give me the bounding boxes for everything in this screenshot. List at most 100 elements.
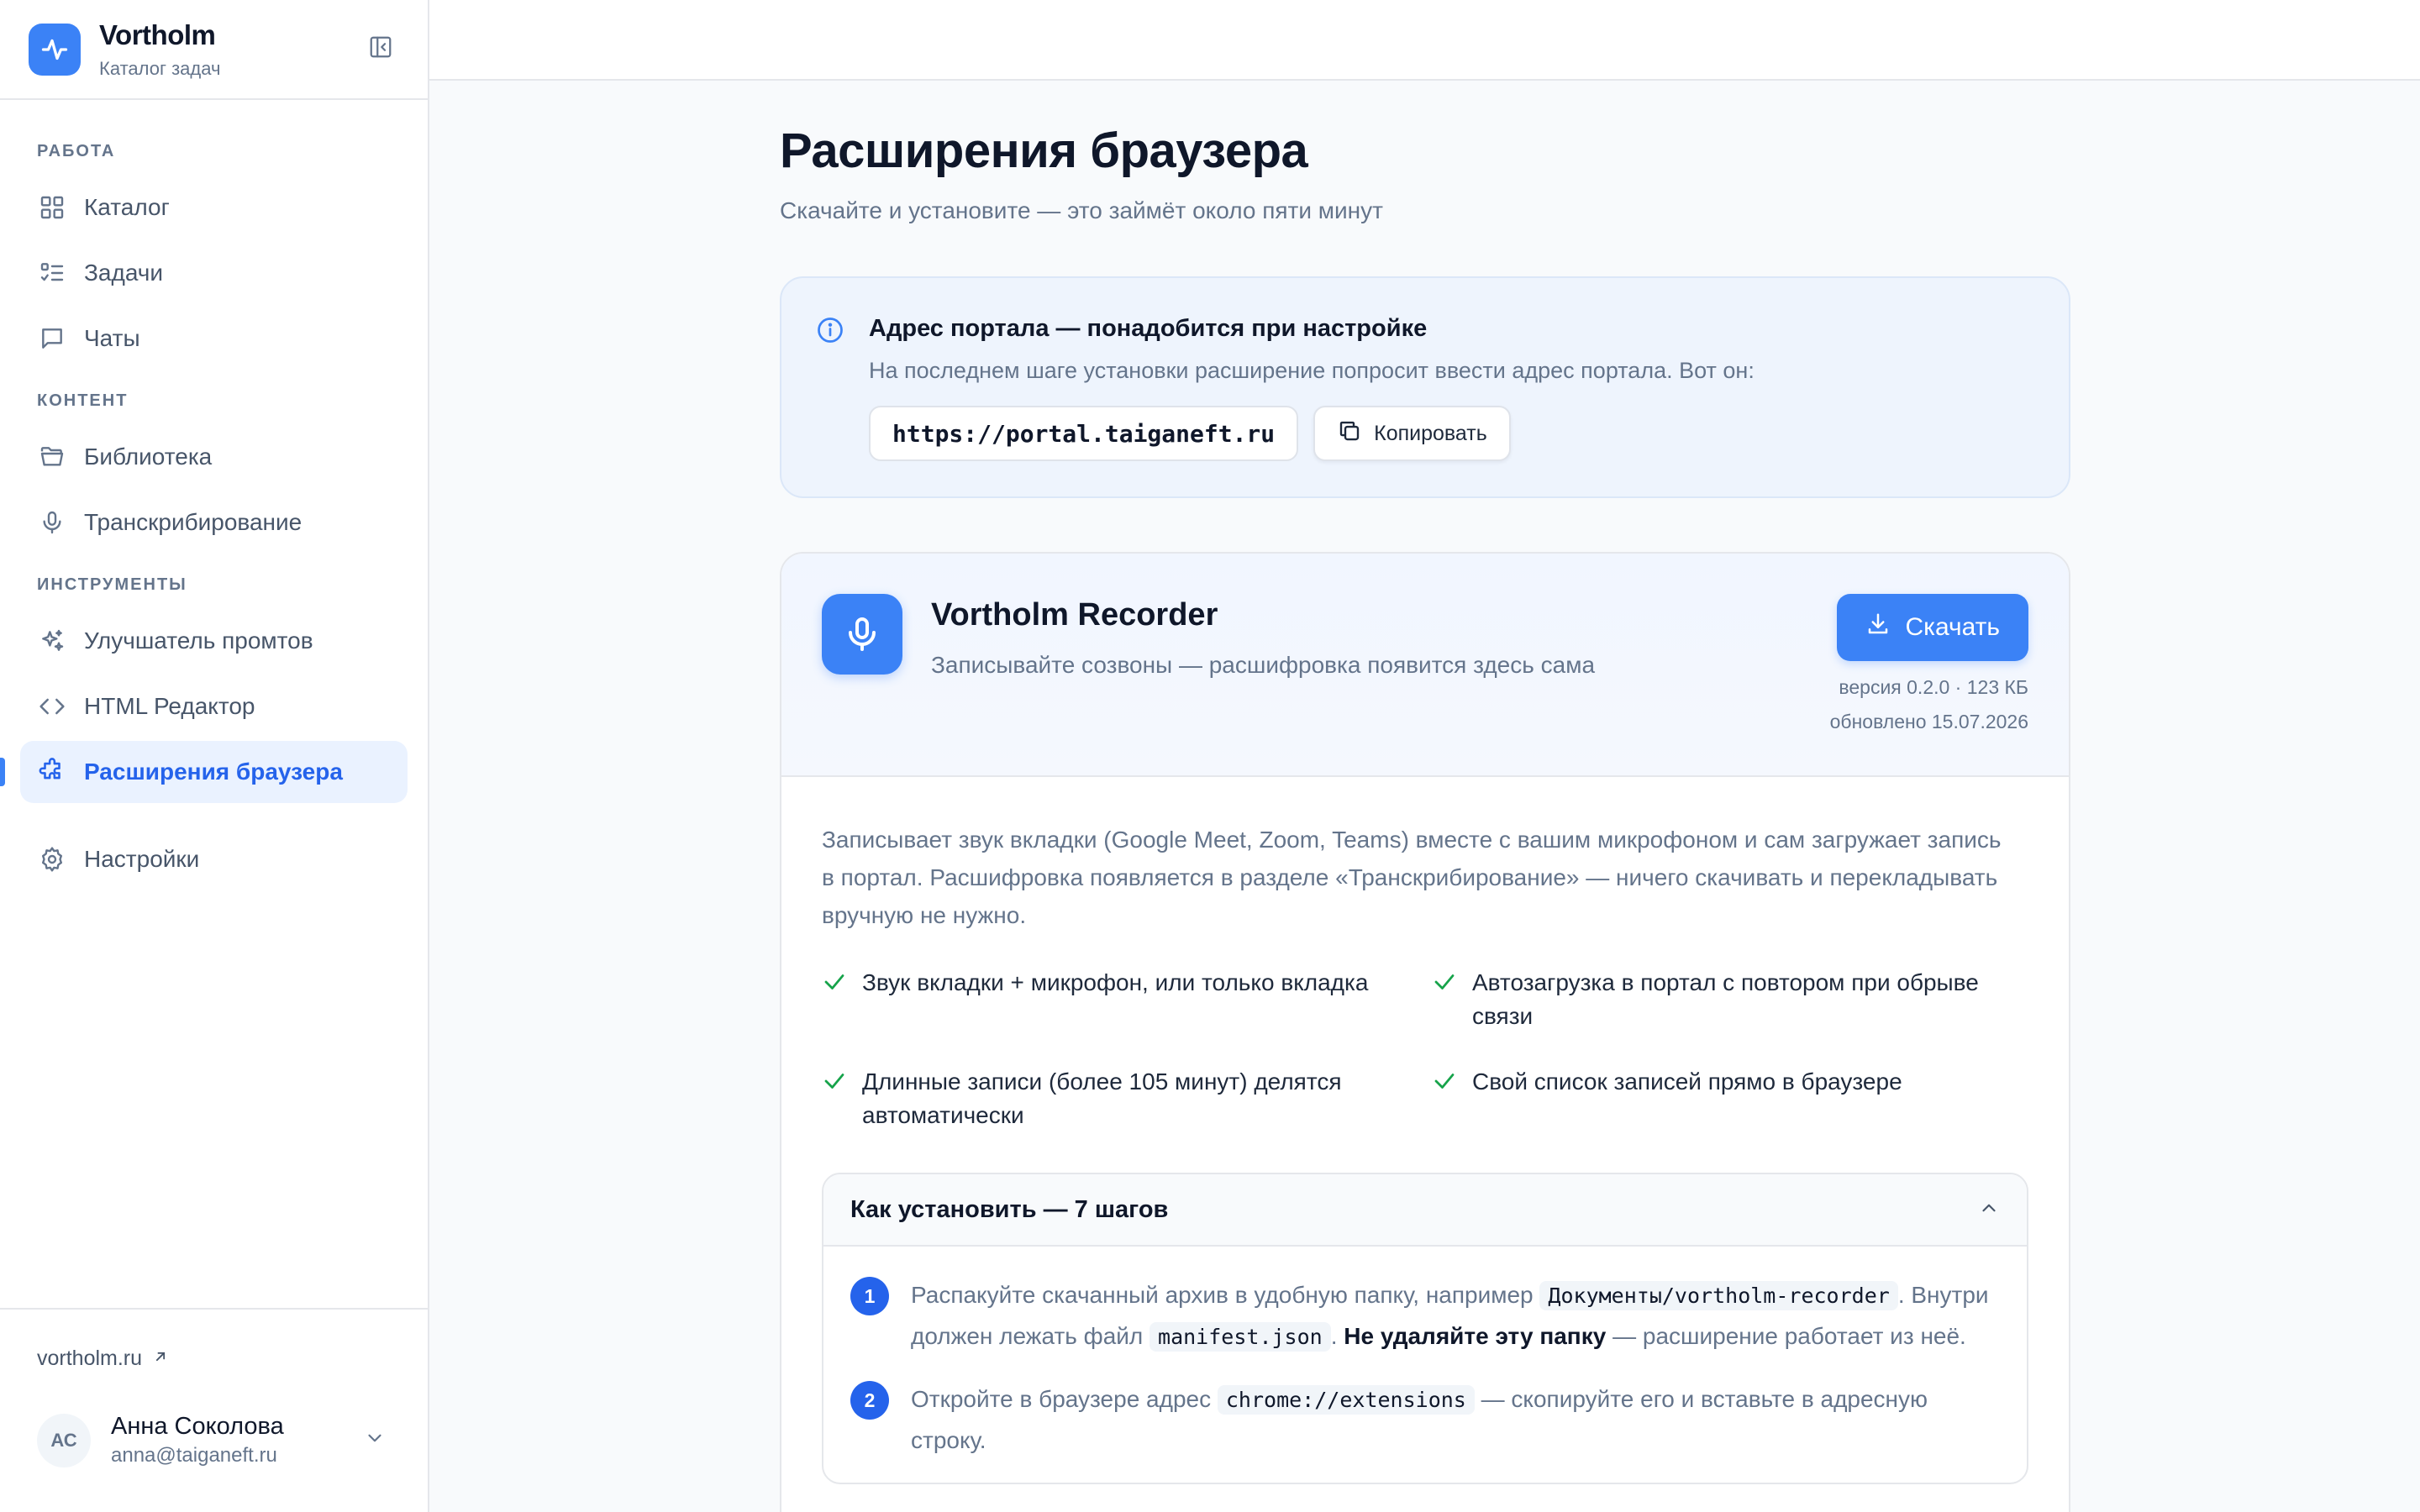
download-button[interactable]: Скачать: [1836, 594, 2028, 661]
page-title: Расширения браузера: [780, 123, 1308, 178]
emphasis: Не удаляйте эту папку: [1344, 1323, 1607, 1349]
sidebar-item-browser-extensions[interactable]: Расширения браузера: [0, 741, 408, 803]
sidebar-item-label: Настройки: [84, 846, 200, 872]
microphone-icon: [37, 507, 67, 538]
sidebar-item-label: Библиотека: [84, 444, 213, 470]
sidebar-item-label: Задачи: [84, 260, 164, 286]
extension-updated: обновлено 15.07.2026: [1829, 711, 2028, 732]
copy-button-label: Копировать: [1374, 421, 1487, 445]
sidebar-item-catalog[interactable]: Каталог: [20, 176, 408, 239]
portal-url[interactable]: https://portal.taiganeft.ru: [869, 406, 1299, 461]
feature-item: Звук вкладки + микрофон, или только вкла…: [822, 966, 1432, 1033]
sidebar-item-chats[interactable]: Чаты: [20, 307, 408, 370]
step-text: Откройте в браузере адрес chrome://exten…: [911, 1385, 1928, 1453]
portal-description: На последнем шаге установки расширение п…: [869, 358, 1754, 383]
sidebar-nav: РАБОТА Каталог Задачи Чаты КОНТЕНТ Библи…: [0, 100, 428, 890]
list-check-icon: [37, 258, 67, 288]
extension-card: Vortholm Recorder Записывайте созвоны — …: [780, 552, 2070, 1512]
sidebar-item-label: Расширения браузера: [84, 759, 343, 785]
sidebar-footer: vortholm.ru АС Анна Соколова anna@taigan…: [0, 1308, 428, 1512]
feature-item: Свой список записей прямо в браузере: [1432, 1065, 2020, 1132]
sidebar-item-label: Чаты: [84, 325, 140, 351]
sidebar-collapse-icon: [368, 34, 393, 64]
extension-name: Vortholm Recorder: [931, 597, 1218, 633]
main-area: Расширения браузера Скачайте и установит…: [429, 0, 2420, 1512]
extension-version: версия 0.2.0 · 123 КБ: [1839, 676, 2028, 698]
check-icon: [822, 1068, 847, 1094]
inline-code: manifest.json: [1150, 1322, 1331, 1352]
download-icon: [1865, 612, 1906, 643]
feature-text: Звук вкладки + микрофон, или только вкла…: [862, 969, 1369, 995]
pulse-icon: [29, 23, 81, 76]
portal-title: Адрес портала — понадобится при настройк…: [869, 315, 1428, 342]
sidebar-item-html-editor[interactable]: HTML Редактор: [20, 675, 408, 738]
install-title: Как установить — 7 шагов: [850, 1195, 1169, 1223]
brand-subtitle: Каталог задач: [99, 57, 221, 79]
site-link[interactable]: vortholm.ru: [37, 1347, 391, 1371]
step-number: 1: [850, 1277, 889, 1315]
sidebar-item-label: Каталог: [84, 194, 170, 220]
sparkles-icon: [37, 626, 67, 656]
step-number: 2: [850, 1381, 889, 1420]
nav-section-tools: ИНСТРУМЕНТЫ: [37, 575, 187, 594]
gear-icon: [37, 844, 67, 874]
check-icon: [1432, 1068, 1457, 1094]
extension-body: Записывает звук вкладки (Google Meet, Zo…: [781, 777, 2069, 1484]
brand-header: Vortholm Каталог задач: [0, 0, 428, 100]
copy-icon: [1337, 418, 1374, 449]
sidebar-item-label: Транскрибирование: [84, 509, 302, 535]
user-email: anna@taiganeft.ru: [111, 1444, 277, 1467]
sidebar-item-label: HTML Редактор: [84, 693, 255, 719]
check-icon: [1432, 969, 1457, 995]
nav-section-work: РАБОТА: [37, 142, 116, 160]
sidebar-item-label: Улучшатель промтов: [84, 627, 313, 654]
chevron-down-icon: [364, 1427, 386, 1453]
install-accordion: Как установить — 7 шагов 1 Распакуйте ск…: [822, 1173, 2028, 1484]
app-root: Vortholm Каталог задач РАБОТА Каталог За…: [0, 0, 2420, 1512]
puzzle-icon: [37, 757, 67, 787]
brand-name: Vortholm: [99, 18, 216, 50]
collapse-sidebar-button[interactable]: [362, 31, 399, 68]
extension-header: Vortholm Recorder Записывайте созвоны — …: [781, 554, 2069, 777]
install-accordion-toggle[interactable]: Как установить — 7 шагов: [823, 1174, 2027, 1247]
portal-address-card: Адрес портала — понадобится при настройк…: [780, 276, 2070, 498]
sidebar-item-tasks[interactable]: Задачи: [20, 242, 408, 304]
sidebar: Vortholm Каталог задач РАБОТА Каталог За…: [0, 0, 429, 1512]
extension-description: Записывает звук вкладки (Google Meet, Zo…: [822, 827, 2002, 928]
user-name: Анна Соколова: [111, 1413, 284, 1440]
chevron-up-icon: [1978, 1197, 2000, 1223]
extension-tagline: Записывайте созвоны — расшифровка появит…: [931, 652, 1596, 678]
site-link-label: vortholm.ru: [37, 1347, 143, 1370]
chat-icon: [37, 323, 67, 354]
feature-list: Звук вкладки + микрофон, или только вкла…: [822, 966, 2028, 1132]
user-menu[interactable]: АС Анна Соколова anna@taiganeft.ru: [37, 1413, 391, 1467]
install-steps: 1 Распакуйте скачанный архив в удобную п…: [823, 1247, 2027, 1461]
inline-code: Документы/vortholm-recorder: [1539, 1281, 1898, 1310]
top-bar: [429, 0, 2420, 81]
page-content: Расширения браузера Скачайте и установит…: [780, 81, 2070, 1512]
grid-icon: [37, 192, 67, 223]
install-step: 1 Распакуйте скачанный архив в удобную п…: [850, 1275, 2000, 1357]
folder-icon: [37, 442, 67, 472]
install-step: 2 Откройте в браузере адрес chrome://ext…: [850, 1379, 2000, 1461]
avatar: АС: [37, 1413, 91, 1467]
download-button-label: Скачать: [1905, 613, 2001, 641]
check-icon: [822, 969, 847, 995]
inline-code: chrome://extensions: [1217, 1385, 1475, 1415]
microphone-icon: [822, 594, 902, 675]
copy-url-button[interactable]: Копировать: [1313, 406, 1511, 461]
sidebar-item-prompt-improver[interactable]: Улучшатель промтов: [20, 610, 408, 672]
feature-text: Свой список записей прямо в браузере: [1472, 1068, 1902, 1095]
nav-section-content: КОНТЕНТ: [37, 391, 129, 410]
sidebar-item-settings[interactable]: Настройки: [20, 828, 408, 890]
feature-item: Автозагрузка в портал с повтором при обр…: [1432, 966, 2020, 1033]
step-text: Распакуйте скачанный архив в удобную пап…: [911, 1275, 1995, 1357]
sidebar-item-library[interactable]: Библиотека: [20, 426, 408, 488]
page-subtitle: Скачайте и установите — это займёт около…: [780, 197, 1383, 223]
feature-item: Длинные записи (более 105 минут) делятся…: [822, 1065, 1432, 1132]
info-icon: [815, 315, 845, 345]
external-link-icon: [142, 1347, 169, 1371]
feature-text: Длинные записи (более 105 минут) делятся…: [862, 1068, 1342, 1128]
sidebar-item-transcription[interactable]: Транскрибирование: [20, 491, 408, 554]
code-icon: [37, 691, 67, 722]
